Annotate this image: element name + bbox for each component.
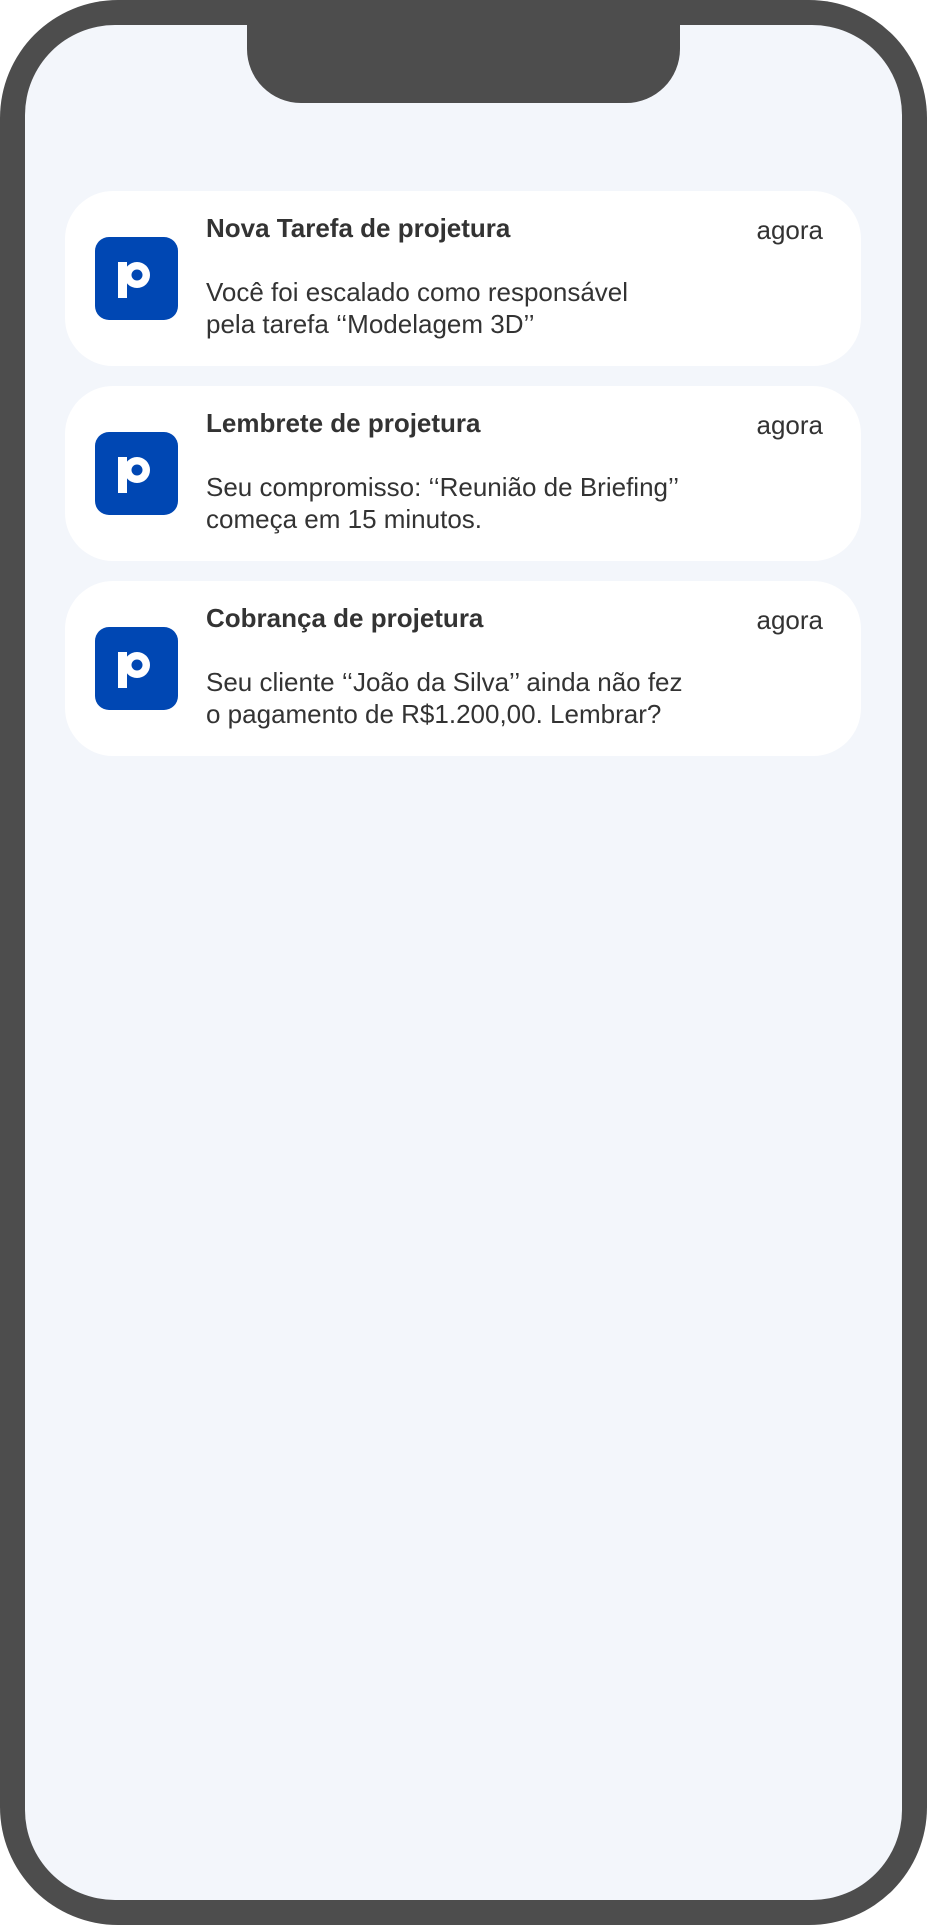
notification-body: Você foi escalado como responsável pela … [206, 276, 806, 340]
notification-body-line: começa em 15 minutos. [206, 504, 483, 534]
notification-card-new-task[interactable]: Nova Tarefa de projetura agora Você foi … [65, 191, 861, 366]
notification-title: Cobrança de projetura [206, 603, 484, 633]
phone-screen: Nova Tarefa de projetura agora Você foi … [25, 25, 902, 1900]
notification-list: Nova Tarefa de projetura agora Você foi … [65, 191, 861, 776]
notification-body-line: Seu compromisso: ‘‘Reunião de Briefing’’ [206, 472, 680, 502]
notification-card-reminder[interactable]: Lembrete de projetura agora Seu compromi… [65, 386, 861, 561]
notification-time: agora [756, 410, 824, 440]
notification-body: Seu compromisso: ‘‘Reunião de Briefing’’… [206, 471, 806, 535]
notification-title: Lembrete de projetura [206, 408, 481, 438]
projetura-logo-icon [95, 627, 178, 710]
notification-body-line: o pagamento de R$1.200,00. Lembrar? [206, 699, 662, 729]
notification-body: Seu cliente ‘‘João da Silva’’ ainda não … [206, 666, 806, 730]
notification-body-line: Seu cliente ‘‘João da Silva’’ ainda não … [206, 667, 683, 697]
notification-card-billing[interactable]: Cobrança de projetura agora Seu cliente … [65, 581, 861, 756]
phone-notch [247, 25, 680, 103]
phone-frame: Nova Tarefa de projetura agora Você foi … [0, 0, 927, 1925]
notification-title: Nova Tarefa de projetura [206, 213, 511, 243]
notification-time: agora [756, 605, 824, 635]
notification-body-line: Você foi escalado como responsável [206, 277, 629, 307]
notification-body-line: pela tarefa ‘‘Modelagem 3D’’ [206, 309, 535, 339]
notification-time: agora [756, 215, 824, 245]
projetura-logo-icon [95, 432, 178, 515]
projetura-logo-icon [95, 237, 178, 320]
